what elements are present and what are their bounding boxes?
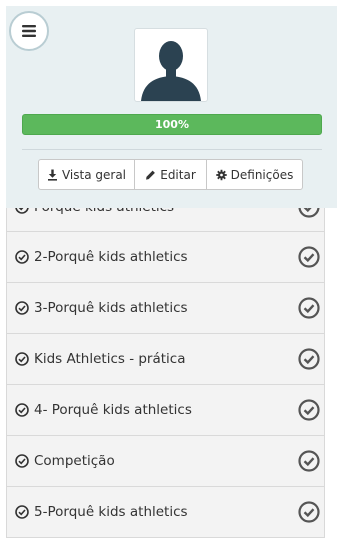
list-item-label: 2-Porquê kids athletics bbox=[34, 249, 188, 265]
profile-header: 100% Vista geral Editar Definições bbox=[6, 6, 337, 208]
check-circle-icon bbox=[15, 250, 29, 264]
list-item-label: 4- Porquê kids athletics bbox=[34, 402, 192, 418]
check-circle-icon bbox=[298, 399, 320, 421]
check-circle-icon bbox=[298, 297, 320, 319]
check-circle-icon bbox=[298, 246, 320, 268]
list-item[interactable]: Kids Athletics - prática bbox=[7, 334, 324, 385]
check-circle-icon bbox=[15, 454, 29, 468]
list-item[interactable]: 3-Porquê kids athletics bbox=[7, 283, 324, 334]
progress-label: 100% bbox=[155, 118, 189, 131]
list-item[interactable]: 5-Porquê kids athletics bbox=[7, 487, 324, 538]
list-item[interactable]: 2-Porquê kids athletics bbox=[7, 232, 324, 283]
avatar bbox=[134, 28, 208, 102]
settings-button[interactable]: Definições bbox=[206, 159, 303, 190]
lesson-list: Porquê kids athletics 2-Porquê kids athl… bbox=[6, 183, 325, 538]
check-circle-icon bbox=[298, 348, 320, 370]
check-circle-icon bbox=[298, 450, 320, 472]
check-circle-icon bbox=[15, 505, 29, 519]
list-item[interactable]: Competição bbox=[7, 436, 324, 487]
check-circle-icon bbox=[15, 352, 29, 366]
edit-button[interactable]: Editar bbox=[134, 159, 207, 190]
menu-button[interactable] bbox=[9, 11, 49, 51]
progress-bar: 100% bbox=[22, 114, 322, 135]
download-icon bbox=[47, 169, 57, 181]
overview-button[interactable]: Vista geral bbox=[38, 159, 135, 190]
check-circle-icon bbox=[15, 301, 29, 315]
settings-button-label: Definições bbox=[230, 167, 294, 182]
pencil-icon bbox=[146, 170, 156, 180]
list-item[interactable]: 4- Porquê kids athletics bbox=[7, 385, 324, 436]
action-button-group: Vista geral Editar Definições bbox=[38, 159, 303, 190]
list-item-label: 5-Porquê kids athletics bbox=[34, 504, 188, 520]
divider bbox=[22, 149, 322, 150]
check-circle-icon bbox=[15, 403, 29, 417]
gear-icon bbox=[215, 169, 227, 180]
list-item-label: Competição bbox=[34, 453, 115, 469]
check-circle-icon bbox=[298, 501, 320, 523]
list-item-label: 3-Porquê kids athletics bbox=[34, 300, 188, 316]
overview-button-label: Vista geral bbox=[61, 167, 127, 182]
list-item-label: Kids Athletics - prática bbox=[34, 351, 186, 367]
user-silhouette-icon bbox=[141, 41, 201, 101]
edit-button-label: Editar bbox=[160, 167, 196, 182]
hamburger-icon bbox=[22, 25, 36, 37]
